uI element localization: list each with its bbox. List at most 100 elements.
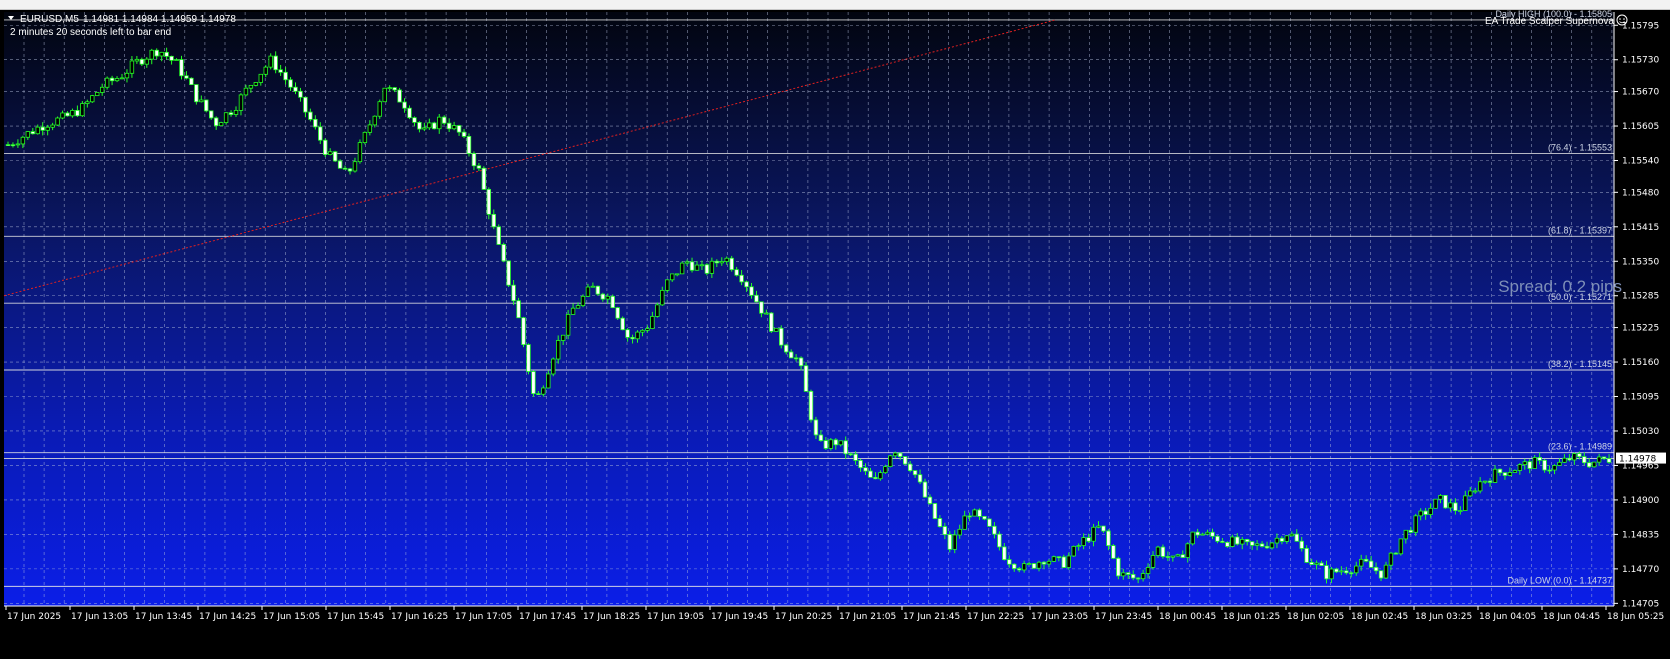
candle-body: [912, 470, 918, 476]
candle-body: [1319, 562, 1324, 566]
candle-body: [868, 470, 873, 478]
candle-body: [744, 281, 749, 288]
time-tick-label: 17 Jun 19:45: [711, 612, 768, 622]
candle-body: [774, 327, 779, 332]
candle-body: [278, 69, 283, 73]
candle-body: [412, 117, 417, 123]
candle-body: [159, 51, 164, 57]
candle-body: [843, 440, 848, 455]
plot-area[interactable]: [4, 12, 1614, 606]
chart-window[interactable]: Daily HIGH (100.0) - 1.15805 (76.4) - 1.1…: [0, 10, 1670, 659]
candle-body: [1061, 556, 1066, 568]
candle-body: [684, 261, 690, 264]
candle-body: [30, 131, 35, 135]
candle-body: [759, 301, 764, 314]
candle-body: [441, 116, 447, 124]
candle-body: [724, 257, 729, 262]
candle-body: [1254, 543, 1260, 546]
candle-body: [536, 393, 541, 396]
chart-svg[interactable]: Daily HIGH (100.0) - 1.15805(76.4) - 1.1…: [0, 10, 1670, 659]
candle-body: [1527, 461, 1532, 469]
candle-body: [1240, 539, 1245, 545]
candle-body: [238, 94, 244, 111]
symbol-label[interactable]: EURUSD,M5: [20, 14, 79, 25]
candle-body: [516, 300, 521, 319]
candle-body: [1492, 468, 1498, 483]
candle-body: [1031, 563, 1037, 569]
candle-body: [70, 110, 75, 117]
candle-body: [144, 58, 149, 65]
candle-body: [446, 122, 452, 130]
candle-body: [347, 168, 353, 172]
candle-body: [997, 533, 1002, 548]
time-tick-label: 17 Jun 17:45: [519, 612, 576, 622]
price-tick-label: 1.15730: [1622, 56, 1659, 66]
top-strip: [0, 0, 1670, 10]
candle-body: [422, 127, 427, 130]
candle-body: [1170, 555, 1176, 558]
price-tick-label: 1.15795: [1622, 21, 1659, 31]
candle-body: [689, 261, 695, 271]
candle-body: [1314, 562, 1319, 565]
candle-body: [531, 371, 536, 395]
time-tick-label: 18 Jun 02:05: [1287, 612, 1344, 622]
candle-body: [1002, 546, 1007, 561]
candle-body: [957, 528, 962, 536]
candle-body: [1532, 457, 1537, 469]
time-tick-label: 18 Jun 04:05: [1479, 612, 1536, 622]
candle-body: [709, 260, 715, 274]
candle-body: [595, 285, 601, 295]
candle-body: [764, 312, 769, 315]
candle-body: [1596, 456, 1602, 463]
price-tick-label: 1.15605: [1622, 122, 1659, 132]
candle-body: [1413, 515, 1418, 533]
candle-body: [501, 244, 506, 262]
candle-body: [1160, 546, 1166, 557]
candle-body: [40, 126, 45, 131]
candle-body: [298, 90, 303, 98]
candle-body: [1145, 567, 1151, 574]
candle-body: [1487, 480, 1493, 483]
candle-body: [184, 75, 189, 79]
candle-body: [967, 515, 972, 518]
candle-body: [615, 307, 620, 319]
candle-body: [878, 472, 883, 480]
candle-body: [417, 121, 422, 130]
candle-body: [560, 334, 566, 341]
candle-body: [332, 151, 338, 162]
candle-body: [65, 112, 70, 117]
candle-body: [1512, 470, 1518, 473]
candle-body: [1383, 564, 1389, 579]
candle-body: [451, 125, 457, 130]
candle-body: [99, 86, 105, 93]
candle-body: [749, 286, 754, 296]
bar-timer: 2 minutes 20 seconds left to bar end: [10, 27, 171, 38]
candle-body: [769, 312, 774, 332]
candle-body: [1433, 498, 1438, 509]
price-tick-label: 1.15095: [1622, 393, 1659, 403]
candle-body: [1423, 510, 1428, 515]
candle-body: [694, 264, 700, 271]
candle-body: [679, 262, 685, 275]
fib-level-label: (76.4) - 1.15553: [1548, 143, 1612, 153]
candle-body: [456, 125, 462, 133]
candle-body: [1448, 502, 1453, 509]
fib-level-label: (23.6) - 1.14989: [1548, 442, 1612, 452]
candle-body: [853, 453, 858, 461]
candle-body: [387, 87, 392, 90]
candle-body: [977, 509, 982, 517]
candle-body: [858, 460, 863, 469]
candle-body: [526, 344, 531, 372]
candle-body: [1200, 533, 1205, 536]
candle-body: [888, 455, 893, 468]
candle-body: [1354, 565, 1359, 574]
candle-body: [293, 86, 298, 92]
candle-body: [303, 96, 308, 113]
candle-body: [164, 51, 169, 57]
candle-body: [635, 331, 640, 340]
candle-body: [1016, 568, 1022, 571]
candle-body: [1071, 545, 1076, 557]
candle-body: [1220, 540, 1225, 543]
candle-body: [883, 466, 888, 474]
candle-body: [392, 87, 397, 91]
